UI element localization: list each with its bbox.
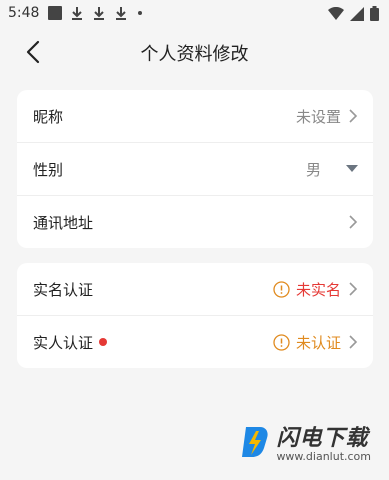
verification-card: 实名认证 未实名 实人认证 未认证 bbox=[17, 263, 373, 368]
download-icon bbox=[72, 7, 82, 20]
nickname-row[interactable]: 昵称 未设置 bbox=[17, 90, 373, 143]
warning-icon bbox=[273, 280, 290, 298]
notification-icons bbox=[48, 6, 142, 20]
real-name-verification-row[interactable]: 实名认证 未实名 bbox=[17, 263, 373, 316]
system-icons bbox=[328, 6, 379, 21]
watermark-title: 闪电下载 bbox=[276, 426, 369, 451]
address-label: 通讯地址 bbox=[33, 213, 94, 232]
chevron-right-icon bbox=[349, 109, 358, 123]
nickname-right: 未设置 bbox=[296, 106, 359, 127]
real-name-status: 未实名 bbox=[295, 280, 341, 299]
real-name-label: 实名认证 bbox=[33, 280, 94, 299]
nickname-value: 未设置 bbox=[295, 107, 341, 126]
gender-value: 男 bbox=[305, 160, 321, 179]
nickname-label: 昵称 bbox=[33, 107, 64, 126]
gender-row[interactable]: 性别 男 bbox=[17, 143, 373, 196]
warning-icon bbox=[273, 333, 290, 351]
address-row[interactable]: 通讯地址 bbox=[17, 196, 373, 248]
face-verification-row[interactable]: 实人认证 未认证 bbox=[17, 316, 373, 368]
face-verification-label: 实人认证 bbox=[33, 333, 94, 352]
page-title: 个人资料修改 bbox=[140, 44, 249, 65]
watermark: 闪电下载 www.dianlut.com bbox=[240, 420, 371, 463]
status-bar: 5:48 bbox=[0, 0, 389, 28]
face-verification-status: 未认证 bbox=[295, 333, 341, 352]
profile-card: 昵称 未设置 性别 男 通讯地址 bbox=[17, 90, 373, 248]
app-header: 个人资料修改 bbox=[0, 30, 389, 74]
caret-down-icon bbox=[346, 165, 358, 172]
chevron-right-icon bbox=[349, 335, 358, 349]
gender-label: 性别 bbox=[33, 160, 64, 179]
signal-icon bbox=[350, 6, 364, 21]
real-name-right: 未实名 bbox=[273, 279, 359, 300]
lightning-logo-icon bbox=[242, 426, 269, 457]
status-time: 5:48 bbox=[8, 5, 40, 21]
download-icon bbox=[94, 7, 104, 20]
face-verification-label-wrap: 实人认证 bbox=[33, 332, 108, 353]
battery-icon bbox=[370, 6, 379, 21]
watermark-url: www.dianlut.com bbox=[276, 450, 371, 463]
chevron-right-icon bbox=[349, 282, 358, 296]
gender-select[interactable]: 男 bbox=[306, 159, 359, 180]
notification-square-icon bbox=[48, 6, 62, 20]
more-dot-icon bbox=[138, 11, 142, 15]
red-dot-badge bbox=[99, 338, 108, 346]
address-right bbox=[341, 214, 359, 230]
download-icon bbox=[116, 7, 126, 20]
watermark-text: 闪电下载 www.dianlut.com bbox=[276, 420, 371, 463]
face-verification-right: 未认证 bbox=[273, 332, 359, 353]
wifi-icon bbox=[328, 6, 344, 20]
chevron-right-icon bbox=[349, 215, 358, 229]
